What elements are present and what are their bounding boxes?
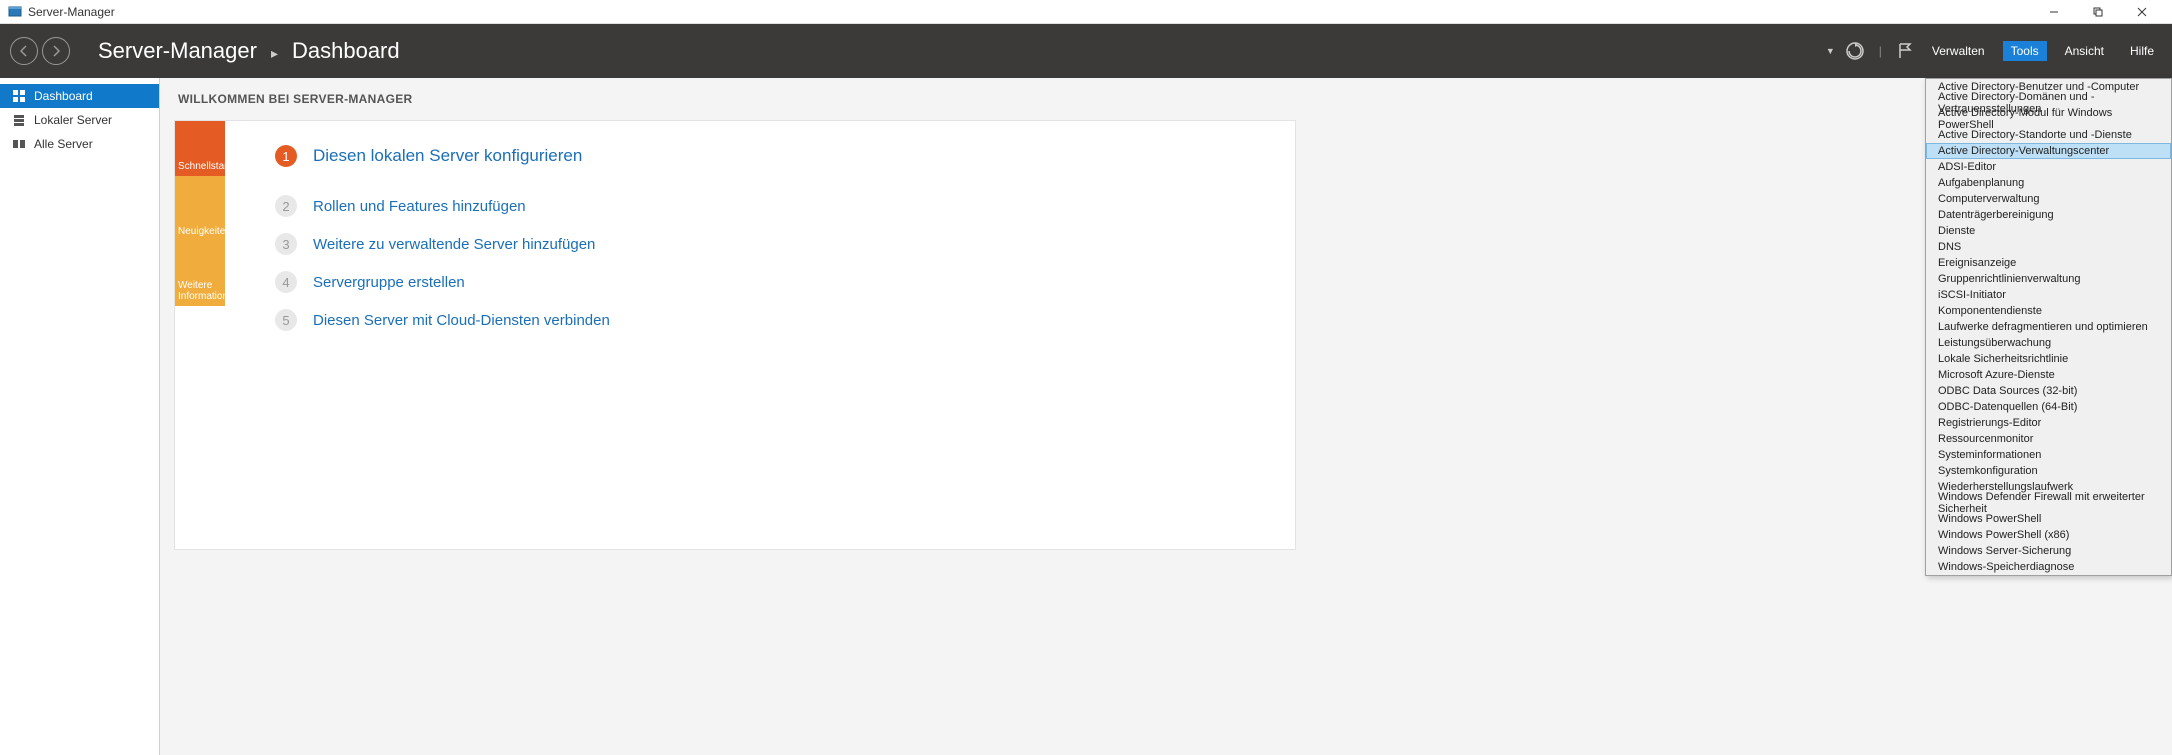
breadcrumb-app: Server-Manager bbox=[98, 38, 257, 64]
sidebar-item-local-server[interactable]: Lokaler Server bbox=[0, 108, 159, 132]
tools-dropdown-menu: Active Directory-Benutzer und -ComputerA… bbox=[1925, 78, 2172, 576]
step-link[interactable]: Rollen und Features hinzufügen bbox=[313, 198, 526, 215]
tools-menu-item[interactable]: iSCSI-Initiator bbox=[1926, 287, 2171, 303]
tools-menu-item[interactable]: Dienste bbox=[1926, 223, 2171, 239]
tools-menu-item[interactable]: Computerverwaltung bbox=[1926, 191, 2171, 207]
tools-menu-item[interactable]: Active Directory-Verwaltungscenter bbox=[1926, 143, 2171, 159]
breadcrumb-separator: ▸ bbox=[271, 45, 278, 62]
step-number: 3 bbox=[275, 233, 297, 255]
tools-menu-item[interactable]: Windows-Speicherdiagnose bbox=[1926, 559, 2171, 575]
server-icon bbox=[12, 113, 26, 127]
quickstart-panel: Schnellstart Neuigkeiten Weitere Informa… bbox=[174, 120, 1296, 550]
step-number: 4 bbox=[275, 271, 297, 293]
nav-back-button[interactable] bbox=[10, 37, 38, 65]
welcome-heading: WILLKOMMEN BEI SERVER-MANAGER bbox=[178, 92, 2172, 106]
window-titlebar: Server-Manager bbox=[0, 0, 2172, 24]
flag-icon[interactable] bbox=[1896, 42, 1914, 60]
sidebar-item-dashboard[interactable]: Dashboard bbox=[0, 84, 159, 108]
tools-menu-item[interactable]: Microsoft Azure-Dienste bbox=[1926, 367, 2171, 383]
step-link[interactable]: Diesen lokalen Server konfigurieren bbox=[313, 146, 582, 166]
tools-menu-item[interactable]: Windows Defender Firewall mit erweiterte… bbox=[1926, 495, 2171, 511]
tools-menu-item[interactable]: Aufgabenplanung bbox=[1926, 175, 2171, 191]
menu-tools[interactable]: Tools bbox=[2003, 41, 2047, 61]
tools-menu-item[interactable]: Windows Server-Sicherung bbox=[1926, 543, 2171, 559]
close-button[interactable] bbox=[2120, 0, 2164, 24]
sidebar-item-label: Lokaler Server bbox=[34, 113, 112, 127]
tools-menu-item[interactable]: DNS bbox=[1926, 239, 2171, 255]
app-icon bbox=[8, 5, 22, 19]
step-link[interactable]: Servergruppe erstellen bbox=[313, 274, 465, 291]
tools-menu-item[interactable]: Active Directory-Modul für Windows Power… bbox=[1926, 111, 2171, 127]
header-ribbon: Server-Manager ▸ Dashboard ▼ | Verwalten… bbox=[0, 24, 2172, 78]
tools-menu-item[interactable]: Komponentendienste bbox=[1926, 303, 2171, 319]
tools-menu-item[interactable]: Systemkonfiguration bbox=[1926, 463, 2171, 479]
step-cloud-connect[interactable]: 5 Diesen Server mit Cloud-Diensten verbi… bbox=[275, 305, 1295, 335]
tab-schnellstart[interactable]: Schnellstart bbox=[175, 121, 225, 176]
step-number: 1 bbox=[275, 145, 297, 167]
sidebar-item-label: Alle Server bbox=[34, 137, 93, 151]
minimize-button[interactable] bbox=[2032, 0, 2076, 24]
tools-menu-item[interactable]: Ressourcenmonitor bbox=[1926, 431, 2171, 447]
step-number: 2 bbox=[275, 195, 297, 217]
nav-forward-button[interactable] bbox=[42, 37, 70, 65]
tab-neuigkeiten[interactable]: Neuigkeiten bbox=[175, 176, 225, 241]
breadcrumb-page: Dashboard bbox=[292, 38, 400, 64]
step-add-roles[interactable]: 2 Rollen und Features hinzufügen bbox=[275, 191, 1295, 221]
sidebar-item-label: Dashboard bbox=[34, 89, 93, 103]
servers-icon bbox=[12, 137, 26, 151]
sidebar: Dashboard Lokaler Server Alle Server bbox=[0, 78, 160, 755]
chevron-down-icon[interactable]: ▼ bbox=[1826, 46, 1835, 56]
refresh-icon[interactable] bbox=[1845, 41, 1865, 61]
tools-menu-item[interactable]: Datenträgerbereinigung bbox=[1926, 207, 2171, 223]
tools-menu-item[interactable]: ADSI-Editor bbox=[1926, 159, 2171, 175]
tab-weitere-info[interactable]: Weitere Informationen bbox=[175, 241, 225, 306]
tools-menu-item[interactable]: Registrierungs-Editor bbox=[1926, 415, 2171, 431]
tools-menu-item[interactable]: Laufwerke defragmentieren und optimieren bbox=[1926, 319, 2171, 335]
tools-menu-item[interactable]: Systeminformationen bbox=[1926, 447, 2171, 463]
dashboard-icon bbox=[12, 89, 26, 103]
menu-verwalten[interactable]: Verwalten bbox=[1924, 41, 1993, 61]
maximize-button[interactable] bbox=[2076, 0, 2120, 24]
tools-menu-item[interactable]: Ereignisanzeige bbox=[1926, 255, 2171, 271]
sidebar-item-all-servers[interactable]: Alle Server bbox=[0, 132, 159, 156]
tools-menu-item[interactable]: Leistungsüberwachung bbox=[1926, 335, 2171, 351]
window-title: Server-Manager bbox=[28, 5, 2032, 19]
breadcrumb: Server-Manager ▸ Dashboard bbox=[98, 38, 400, 64]
step-create-group[interactable]: 4 Servergruppe erstellen bbox=[275, 267, 1295, 297]
tools-menu-item[interactable]: ODBC Data Sources (32-bit) bbox=[1926, 383, 2171, 399]
step-link[interactable]: Weitere zu verwaltende Server hinzufügen bbox=[313, 236, 595, 253]
step-add-servers[interactable]: 3 Weitere zu verwaltende Server hinzufüg… bbox=[275, 229, 1295, 259]
menu-ansicht[interactable]: Ansicht bbox=[2057, 41, 2112, 61]
separator: | bbox=[1879, 44, 1882, 58]
step-configure-server[interactable]: 1 Diesen lokalen Server konfigurieren bbox=[275, 141, 1295, 171]
tools-menu-item[interactable]: ODBC-Datenquellen (64-Bit) bbox=[1926, 399, 2171, 415]
main-content: WILLKOMMEN BEI SERVER-MANAGER Schnellsta… bbox=[160, 78, 2172, 755]
tools-menu-item[interactable]: Lokale Sicherheitsrichtlinie bbox=[1926, 351, 2171, 367]
step-link[interactable]: Diesen Server mit Cloud-Diensten verbind… bbox=[313, 312, 610, 329]
menu-hilfe[interactable]: Hilfe bbox=[2122, 41, 2162, 61]
tools-menu-item[interactable]: Gruppenrichtlinienverwaltung bbox=[1926, 271, 2171, 287]
step-number: 5 bbox=[275, 309, 297, 331]
tools-menu-item[interactable]: Windows PowerShell (x86) bbox=[1926, 527, 2171, 543]
